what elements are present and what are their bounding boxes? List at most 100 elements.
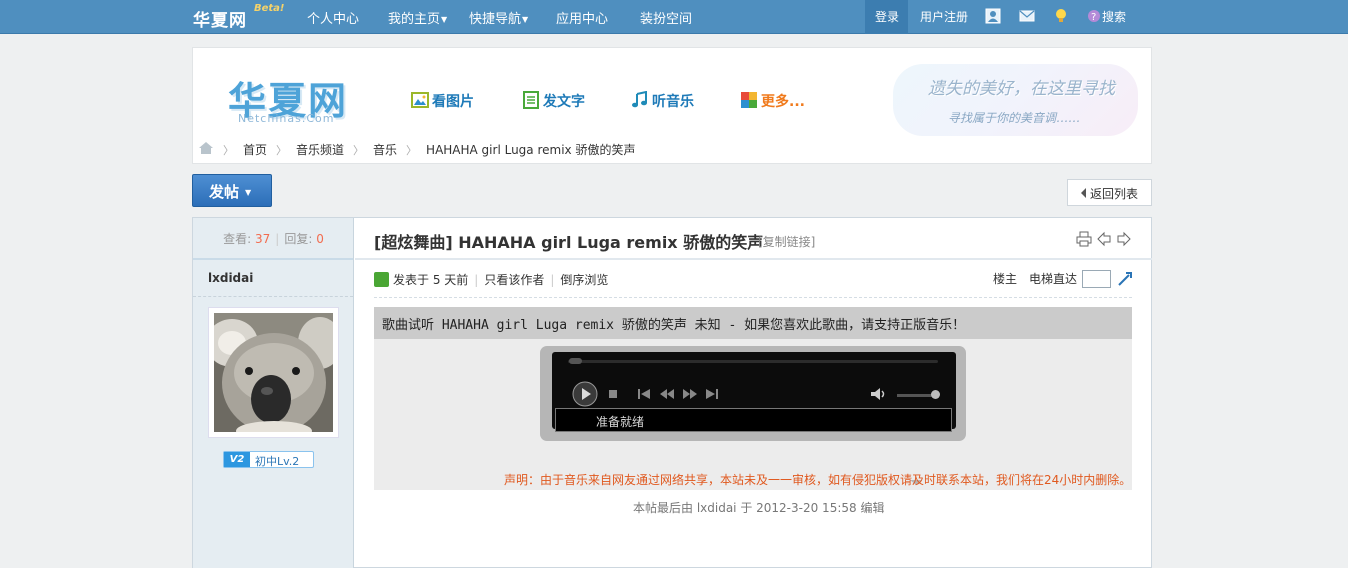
reverse-order-link[interactable]: 倒序浏览: [560, 271, 608, 288]
avatar[interactable]: [208, 307, 339, 438]
thread-title: [超炫舞曲] HAHAHA girl Luga remix 骄傲的笑声: [374, 229, 763, 253]
volume-slider[interactable]: [897, 394, 935, 397]
bulb-icon[interactable]: [1053, 8, 1069, 24]
search-link[interactable]: 搜索: [1102, 8, 1126, 25]
elevator-label: 电梯直达: [1029, 272, 1078, 286]
search-icon[interactable]: ?: [1086, 8, 1102, 24]
divider: [355, 258, 1152, 260]
next-thread-icon[interactable]: [1116, 231, 1132, 247]
nav-my-homepage[interactable]: 我的主页▼: [388, 8, 447, 27]
login-link[interactable]: 登录: [875, 8, 899, 25]
thread-title-text: HAHAHA girl Luga remix 骄傲的笑声: [458, 233, 764, 252]
svg-text:?: ?: [1091, 12, 1096, 23]
site-logo-subtitle: Netchinas.Com: [238, 112, 335, 125]
site-header: 华夏网 Netchinas.Com 看图片 发文字 听音乐 更多... 遗失的美…: [192, 47, 1152, 164]
back-to-list-button[interactable]: 返回列表: [1067, 179, 1152, 206]
register-link[interactable]: 用户注册: [920, 8, 968, 25]
breadcrumb: 〉 首页 〉 音乐频道 〉 音乐 〉 HAHAHA girl Luga remi…: [198, 141, 635, 158]
home-icon[interactable]: [198, 141, 214, 158]
audio-player-frame: 准备就绪: [540, 346, 966, 485]
nav-app-center-label: 应用中心: [556, 12, 609, 27]
divider: [374, 297, 1132, 298]
new-post-button[interactable]: 发帖 ▼: [192, 174, 272, 207]
author-sidebar: 查看: 37 | 回复: 0 lxdidai V2 初中Lv.2: [193, 218, 354, 568]
level-badge[interactable]: V2 初中Lv.2: [223, 451, 314, 468]
beta-badge: Beta!: [254, 3, 285, 14]
site-logo-small[interactable]: 华夏网: [193, 6, 247, 31]
only-author-link[interactable]: 只看该作者: [484, 271, 544, 288]
breadcrumb-home[interactable]: 首页: [243, 141, 267, 158]
user-icon[interactable]: [985, 8, 1001, 24]
post-meta: 发表于 5 天前 | 只看该作者 | 倒序浏览: [374, 271, 608, 288]
thread-stats: 查看: 37 | 回复: 0: [193, 218, 354, 258]
last-edited-note: 本帖最后由 lxdidai 于 2012-3-20 15:58 编辑: [633, 501, 885, 515]
post-time: 发表于 5 天前: [393, 273, 469, 287]
replies-label: 回复:: [284, 232, 313, 246]
nav-app-center[interactable]: 应用中心: [556, 8, 608, 27]
breadcrumb-music-channel[interactable]: 音乐频道: [296, 141, 344, 158]
banner-line-1: 遗失的美好，在这里寻找: [928, 79, 1115, 99]
breadcrumb-separator: 〉: [353, 143, 365, 157]
breadcrumb-separator: 〉: [276, 143, 288, 157]
fast-forward-icon[interactable]: [682, 388, 698, 403]
quick-link-text-label: 发文字: [543, 94, 585, 110]
divider: [193, 296, 353, 297]
meta-divider: |: [550, 272, 555, 287]
volume-handle[interactable]: [931, 390, 940, 399]
thread-category[interactable]: [超炫舞曲]: [374, 233, 453, 252]
online-status-icon: [374, 272, 389, 287]
back-to-list-label: 返回列表: [1090, 187, 1139, 201]
quick-link-pictures[interactable]: 看图片: [411, 91, 474, 111]
quick-link-more-label: 更多...: [761, 94, 805, 110]
mail-icon[interactable]: [1019, 8, 1035, 24]
level-v2-badge: V2: [224, 452, 250, 467]
print-icon[interactable]: [1076, 231, 1092, 247]
next-track-icon[interactable]: [705, 388, 719, 403]
views-label: 查看:: [223, 232, 252, 246]
go-jump-icon[interactable]: [1117, 271, 1133, 287]
breadcrumb-separator: 〉: [223, 143, 234, 157]
breadcrumb-music[interactable]: 音乐: [373, 141, 397, 158]
level-text: 初中Lv.2: [255, 455, 300, 468]
quick-link-text[interactable]: 发文字: [522, 91, 585, 111]
grid-icon: [740, 91, 758, 109]
previous-thread-icon[interactable]: [1096, 231, 1112, 247]
author-name[interactable]: lxdidai: [208, 271, 253, 285]
back-arrow-icon: [1081, 188, 1086, 198]
stats-divider: |: [275, 232, 280, 246]
divider: [193, 258, 353, 260]
breadcrumb-current[interactable]: HAHAHA girl Luga remix 骄傲的笑声: [426, 141, 635, 158]
copy-link[interactable]: [复制链接]: [758, 233, 815, 250]
quick-link-more[interactable]: 更多...: [740, 91, 805, 111]
quick-link-pictures-label: 看图片: [432, 94, 474, 110]
nav-decorate-space[interactable]: 装扮空间: [640, 8, 692, 27]
nav-personal-center[interactable]: 个人中心: [307, 8, 359, 27]
image-icon: [411, 91, 429, 109]
play-icon[interactable]: [572, 381, 598, 410]
header-banner: 遗失的美好，在这里寻找 寻找属于你的美音调……: [893, 64, 1138, 136]
music-header: 歌曲试听 HAHAHA girl Luga remix 骄傲的笑声 未知 - 如…: [374, 307, 1132, 339]
replies-count: 0: [316, 232, 324, 246]
nav-quick-navigation[interactable]: 快捷导航▼: [469, 8, 528, 27]
previous-track-icon[interactable]: [637, 388, 651, 403]
nav-personal-center-label: 个人中心: [307, 12, 360, 27]
quick-link-music[interactable]: 听音乐: [631, 90, 694, 111]
breadcrumb-separator: 〉: [406, 143, 418, 157]
player-status: 准备就绪: [555, 408, 952, 432]
floor-label: 楼主: [993, 272, 1018, 286]
stop-icon[interactable]: [607, 388, 619, 403]
music-player-box: 歌曲试听 HAHAHA girl Luga remix 骄傲的笑声 未知 - 如…: [374, 307, 1132, 490]
copyright-notice: 声明：由于音乐来自网友通过网络共享，本站未及一一审核，如有侵犯版权请及时联系本站…: [504, 473, 1132, 487]
top-navigation-bar: 华夏网 Beta! 个人中心 我的主页▼ 快捷导航▼ 应用中心 装扮空间 登录 …: [0, 0, 1348, 34]
rewind-icon[interactable]: [659, 388, 675, 403]
meta-divider: |: [474, 272, 479, 287]
seek-handle[interactable]: [569, 358, 582, 364]
chevron-down-icon: ▼: [245, 188, 252, 197]
seek-bar[interactable]: [568, 360, 938, 363]
audio-player: 准备就绪: [552, 352, 956, 432]
volume-icon[interactable]: [870, 387, 888, 404]
koala-avatar-image: [214, 313, 333, 432]
music-note-icon: [631, 90, 649, 109]
nav-my-homepage-label: 我的主页: [388, 12, 441, 27]
floor-jump-input[interactable]: [1082, 270, 1111, 288]
